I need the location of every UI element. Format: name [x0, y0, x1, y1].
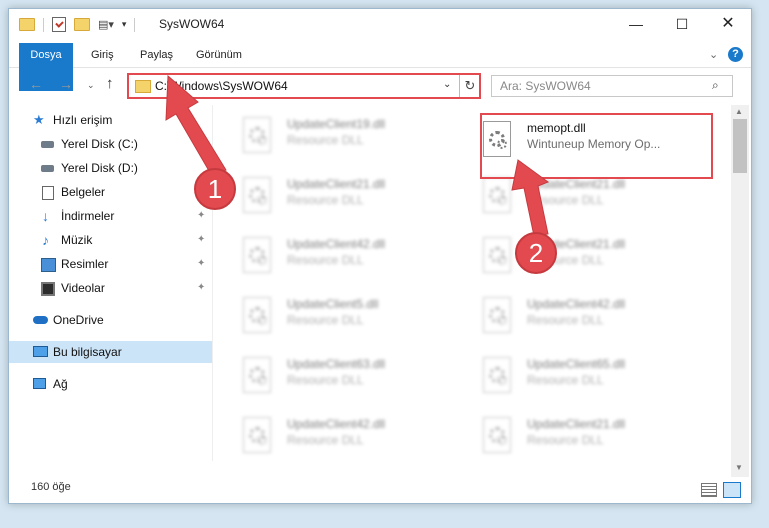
arrow-2: [511, 159, 550, 237]
step-2-badge: 2: [515, 232, 557, 274]
step-1-badge: 1: [194, 168, 236, 210]
annotation-arrows: [165, 74, 550, 237]
arrow-1: [165, 74, 227, 177]
